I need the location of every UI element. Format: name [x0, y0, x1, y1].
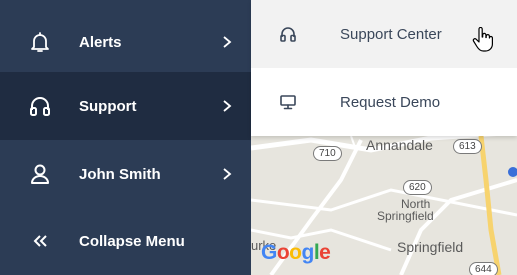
sidebar-item-label: Collapse Menu [79, 232, 185, 250]
headphones-icon [30, 97, 50, 116]
sidebar-item-label: Support [79, 97, 137, 115]
route-shield: 620 [403, 180, 432, 195]
route-shield: 613 [453, 139, 482, 154]
submenu-item-label: Request Demo [340, 93, 441, 111]
submenu-item-label: Support Center [340, 25, 442, 43]
support-submenu: Support Center Request Demo [251, 0, 517, 136]
google-logo: Google [261, 241, 331, 264]
sidebar-item-label: Alerts [79, 33, 122, 51]
map-place-label: Annandale [366, 137, 433, 153]
map-place-label: Springfield [397, 239, 464, 255]
chevron-right-icon [223, 100, 232, 112]
chevron-right-icon [223, 168, 232, 180]
map-place-label: Springfield [377, 209, 434, 223]
double-chevron-left-icon [33, 235, 47, 247]
route-shield: 710 [313, 146, 342, 161]
headphones-icon [280, 27, 296, 42]
sidebar-item-label: John Smith [79, 165, 161, 183]
sidebar-item-support[interactable]: Support [0, 72, 251, 140]
sidebar-item-alerts[interactable]: Alerts [0, 8, 251, 76]
user-icon [31, 164, 49, 184]
chevron-right-icon [223, 36, 232, 48]
route-shield: 644 [469, 262, 498, 275]
submenu-item-request-demo[interactable]: Request Demo [251, 68, 517, 136]
sidebar-item-user[interactable]: John Smith [0, 140, 251, 208]
hand-pointer-icon [472, 27, 493, 52]
bell-icon [31, 32, 49, 52]
monitor-icon [280, 95, 296, 110]
collapse-menu-button[interactable]: Collapse Menu [0, 207, 251, 275]
sidebar: Alerts Support John Smith Collapse Menu [0, 0, 251, 275]
